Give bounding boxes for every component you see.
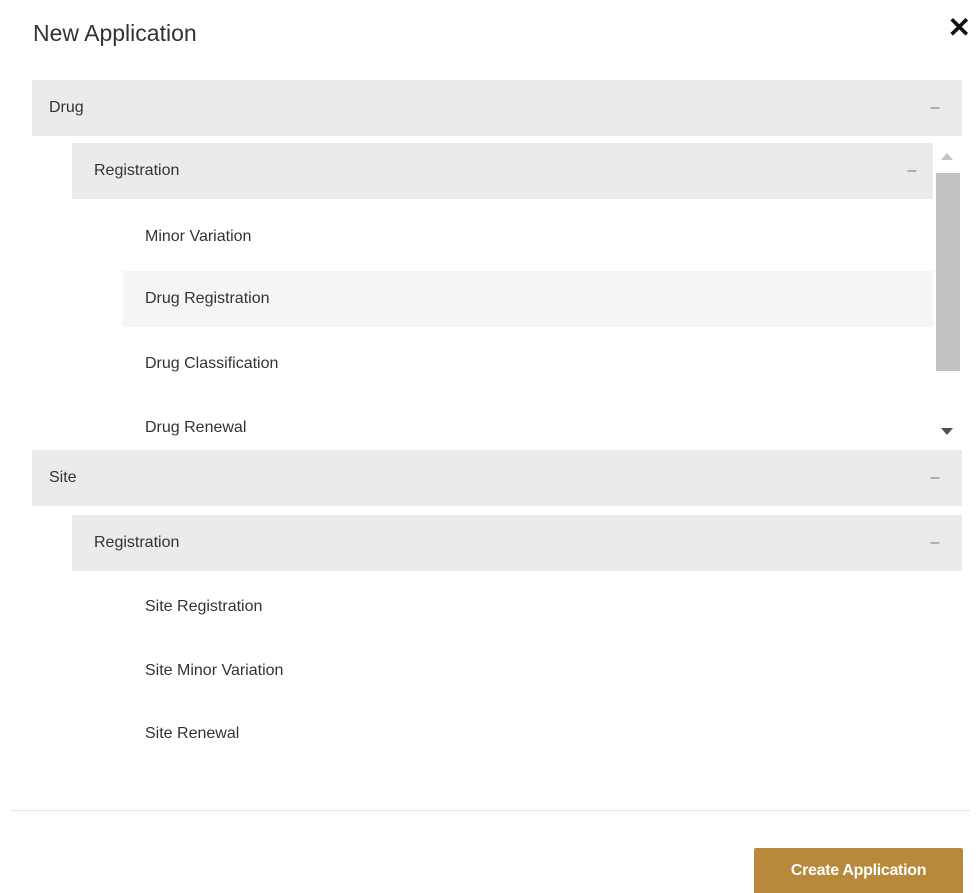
subgroup-drug-registration[interactable]: Registration –: [72, 143, 933, 199]
scroll-down-icon[interactable]: [941, 428, 953, 435]
list-item-label: Site Registration: [145, 598, 263, 615]
new-application-modal: New Application ✕ Drug – Registration – …: [0, 0, 979, 893]
list-item-label: Site Minor Variation: [145, 662, 284, 679]
footer-divider: [10, 810, 970, 811]
list-item-site-registration[interactable]: Site Registration: [123, 579, 962, 635]
drug-scroll-region: Registration – Minor Variation Drug Regi…: [32, 143, 962, 450]
scrollbar-thumb[interactable]: [936, 173, 960, 371]
list-item-label: Drug Classification: [145, 355, 279, 372]
list-item-drug-classification[interactable]: Drug Classification: [123, 336, 933, 392]
list-item-label: Drug Renewal: [145, 419, 247, 436]
list-item-site-renewal[interactable]: Site Renewal: [123, 706, 962, 762]
close-icon[interactable]: ✕: [948, 14, 971, 42]
list-item-label: Minor Variation: [145, 228, 252, 245]
collapse-icon[interactable]: –: [920, 469, 950, 487]
list-item-drug-registration[interactable]: Drug Registration: [123, 271, 933, 327]
list-item-drug-renewal[interactable]: Drug Renewal: [123, 400, 933, 450]
modal-title: New Application: [33, 20, 197, 46]
list-item-site-minor-variation[interactable]: Site Minor Variation: [123, 643, 962, 699]
subgroup-site-registration[interactable]: Registration –: [72, 515, 962, 571]
group-drug-label: Drug: [49, 99, 84, 116]
list-item-label: Site Renewal: [145, 725, 240, 742]
list-item-label: Drug Registration: [145, 290, 270, 307]
group-site-label: Site: [49, 469, 77, 486]
group-drug[interactable]: Drug –: [32, 80, 962, 136]
create-application-button[interactable]: Create Application: [754, 848, 963, 893]
group-site[interactable]: Site –: [32, 450, 962, 506]
subgroup-label: Registration: [94, 162, 180, 179]
collapse-icon[interactable]: –: [920, 534, 950, 552]
collapse-icon[interactable]: –: [920, 99, 950, 117]
scroll-up-icon[interactable]: [941, 153, 953, 160]
scrollbar[interactable]: [933, 143, 962, 450]
subgroup-label: Registration: [94, 534, 180, 551]
list-item-minor-variation[interactable]: Minor Variation: [123, 209, 933, 265]
collapse-icon[interactable]: –: [897, 162, 927, 180]
